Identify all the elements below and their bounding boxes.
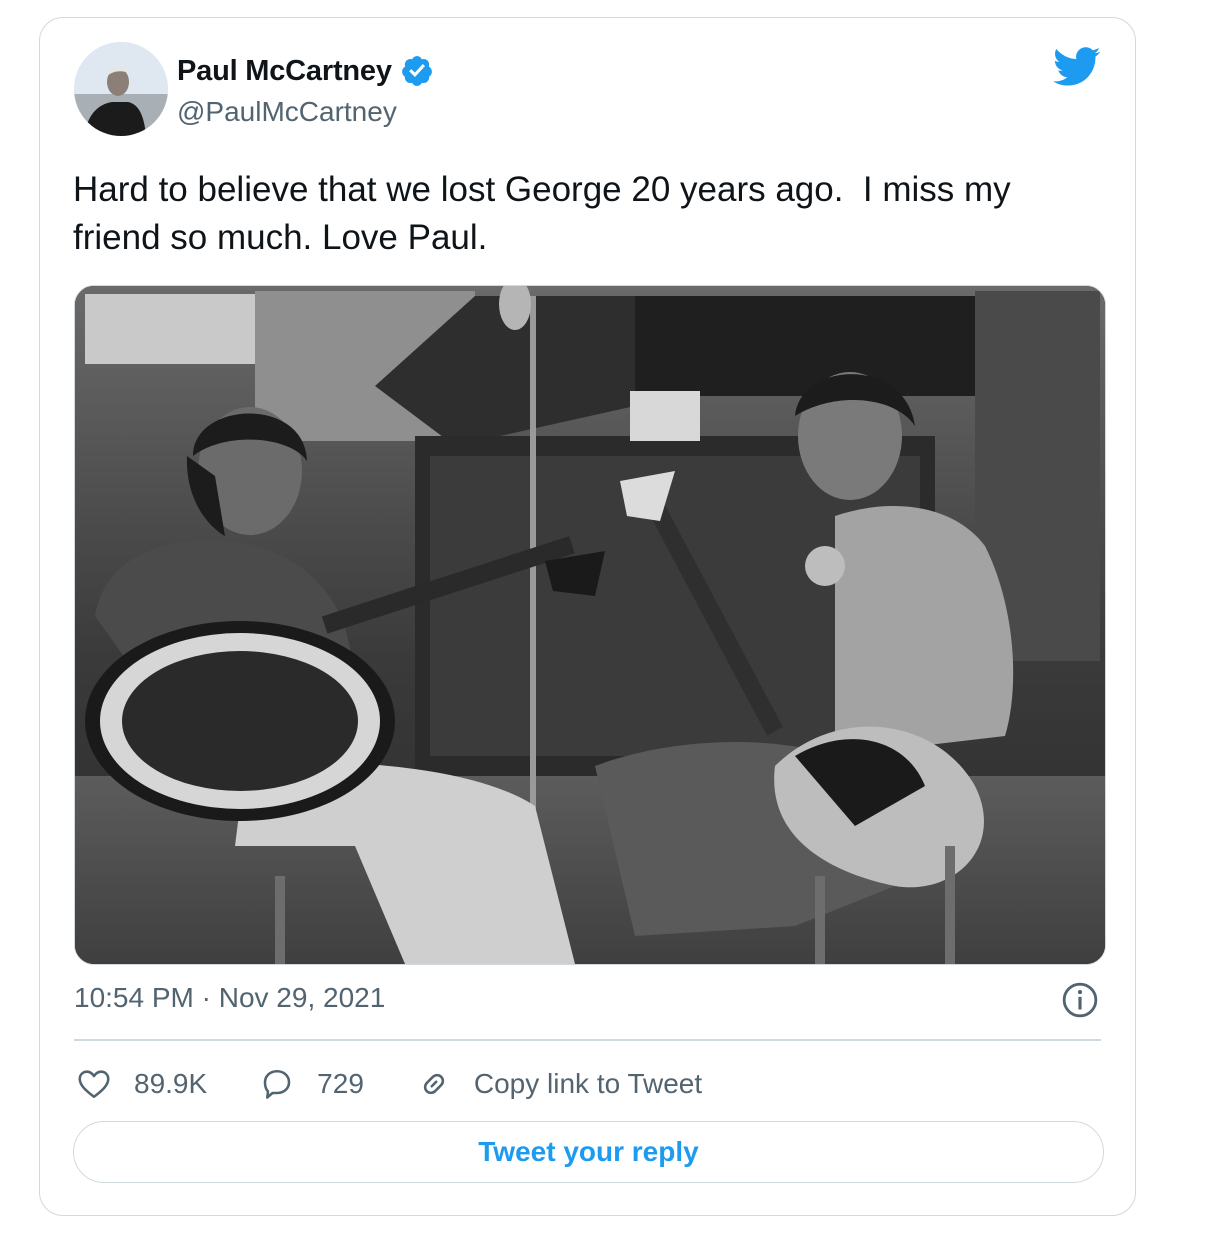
action-bar: 89.9K 729 Copy link to Tweet [76,1064,754,1104]
info-icon[interactable] [1061,981,1099,1019]
twitter-bird-icon[interactable] [1053,46,1101,88]
copy-link-button[interactable]: Copy link to Tweet [416,1066,702,1102]
like-button[interactable]: 89.9K [76,1066,207,1102]
author-handle[interactable]: @PaulMcCartney [177,96,397,128]
link-icon [423,1073,445,1095]
copy-link-label: Copy link to Tweet [473,1068,703,1099]
author-avatar[interactable] [74,42,168,136]
like-count: 89.9K [134,1068,208,1099]
author-name[interactable]: Paul McCartney [177,55,392,88]
avatar-portrait-image [74,42,168,136]
tweet-timestamp[interactable]: 10:54 PM · Nov 29, 2021 [74,982,385,1014]
reply-count: 729 [317,1068,364,1099]
tweet-photo-image [75,286,1105,964]
tweet-text: Hard to believe that we lost George 20 y… [73,170,1021,257]
tweet-your-reply-button[interactable]: Tweet your reply [73,1121,1104,1183]
divider [74,1039,1101,1041]
tweet-card: Paul McCartney @PaulMcCartney Hard to be… [39,17,1136,1216]
heart-icon [78,1070,110,1099]
speech-bubble-icon [263,1069,291,1099]
tweet-photo[interactable] [74,285,1106,965]
verified-badge-icon [401,56,432,86]
author-name-row: Paul McCartney [177,54,434,88]
reply-button[interactable]: 729 [259,1066,364,1102]
